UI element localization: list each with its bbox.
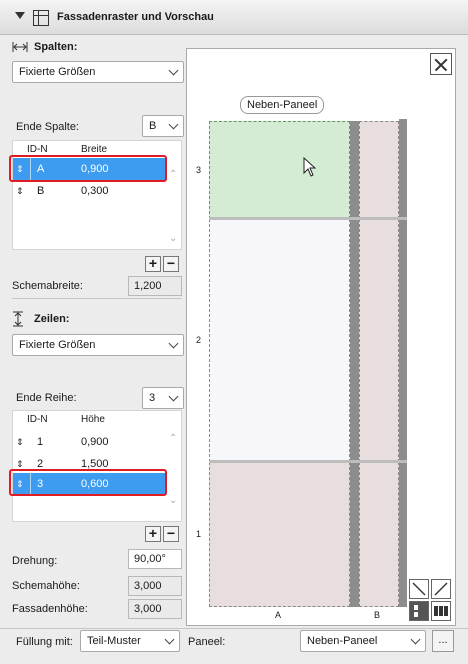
panel-a2[interactable] xyxy=(209,219,350,462)
rows-list[interactable]: ID-N Höhe ⇕ 1 0,900 ⇕ 2 1,500 ⇕ 3 0,600 … xyxy=(12,410,182,522)
add-column-button[interactable]: + xyxy=(145,256,161,272)
panel-a3[interactable] xyxy=(209,121,350,219)
grid-icon xyxy=(33,10,49,26)
chevron-down-icon xyxy=(164,634,175,645)
schema-height-label: Schemahöhe: xyxy=(12,580,80,592)
end-column-label: Ende Spalte: xyxy=(16,121,79,133)
collapse-triangle-icon[interactable] xyxy=(15,12,25,19)
column-label-a: A xyxy=(275,610,282,620)
facade-preview[interactable]: Neben-Paneel 3 2 1 A B xyxy=(186,48,456,626)
mullion[interactable] xyxy=(399,119,407,607)
columns-section-label: Spalten: xyxy=(34,41,78,53)
panel-header[interactable]: Fassadenraster und Vorschau xyxy=(0,0,468,35)
row-label-1: 1 xyxy=(196,529,202,539)
column-width-value[interactable]: 0,300 xyxy=(81,180,109,202)
column-label-b: B xyxy=(374,610,381,620)
end-column-value: B xyxy=(149,120,157,132)
end-row-dropdown[interactable]: 3 xyxy=(142,387,184,409)
facade-height-field: 3,000 xyxy=(128,599,182,619)
close-icon[interactable] xyxy=(430,53,452,75)
diagonal-tool-icon[interactable] xyxy=(409,579,429,599)
transom[interactable] xyxy=(209,460,407,463)
row-id: 1 xyxy=(37,436,44,448)
transom[interactable] xyxy=(209,217,407,220)
column-width-icon xyxy=(12,41,28,53)
column-id: B xyxy=(37,185,45,197)
chevron-down-icon xyxy=(410,634,421,645)
scroll-down-icon[interactable]: ⌄ xyxy=(169,495,177,506)
chevron-down-icon xyxy=(168,119,179,130)
panel-b2[interactable] xyxy=(359,219,399,462)
selection-highlight xyxy=(9,469,167,496)
end-row-value: 3 xyxy=(149,392,156,404)
columns-mode-dropdown[interactable]: Fixierte Größen xyxy=(12,61,184,83)
row-height-header: Höhe xyxy=(81,414,105,425)
panel-value: Neben-Paneel xyxy=(307,635,378,647)
remove-column-button[interactable]: − xyxy=(163,256,179,272)
panel-dropdown[interactable]: Neben-Paneel xyxy=(300,630,426,652)
mullion[interactable] xyxy=(350,121,359,607)
facade-height-label: Fassadenhöhe: xyxy=(12,603,88,615)
row-id-header: ID-N xyxy=(27,414,48,425)
chevron-down-icon xyxy=(168,391,179,402)
more-options-button[interactable]: ... xyxy=(432,630,454,652)
panel-b1[interactable] xyxy=(359,462,399,607)
rotation-label: Drehung: xyxy=(12,555,58,567)
drag-handle-icon[interactable]: ⇕ xyxy=(16,431,24,453)
column-id-header: ID-N xyxy=(27,144,48,155)
end-column-dropdown[interactable]: B xyxy=(142,115,184,137)
drag-handle-icon[interactable]: ⇕ xyxy=(16,180,24,202)
fill-label: Füllung mit: xyxy=(16,636,73,648)
diagonal-alt-tool-icon[interactable] xyxy=(431,579,451,599)
rows-mode-value: Fixierte Größen xyxy=(19,339,96,351)
row-row-1[interactable]: ⇕ 1 0,900 xyxy=(13,431,165,453)
row-label-2: 2 xyxy=(196,335,202,345)
row-grid-tool-icon[interactable] xyxy=(431,601,451,621)
rows-mode-dropdown[interactable]: Fixierte Größen xyxy=(12,334,184,356)
panel-a1[interactable] xyxy=(209,462,350,607)
fill-value: Teil-Muster xyxy=(87,635,141,647)
column-grid-tool-icon[interactable] xyxy=(409,601,429,621)
panel-tooltip: Neben-Paneel xyxy=(240,96,325,114)
selection-highlight xyxy=(9,155,167,182)
panel-title: Fassadenraster und Vorschau xyxy=(57,11,214,23)
rows-section-label: Zeilen: xyxy=(34,313,70,325)
row-height-value[interactable]: 0,900 xyxy=(81,431,109,453)
column-width-header: Breite xyxy=(81,144,108,155)
panel-b3[interactable] xyxy=(359,121,399,219)
column-row-b[interactable]: ⇕ B 0,300 xyxy=(13,180,165,202)
panel-label: Paneel: xyxy=(188,636,226,648)
rotation-input[interactable]: 90,00° xyxy=(128,549,182,569)
remove-row-button[interactable]: − xyxy=(163,526,179,542)
row-height-icon xyxy=(12,311,24,327)
mouse-cursor-icon xyxy=(303,156,317,180)
schema-width-field: 1,200 xyxy=(128,276,182,296)
schema-height-field: 3,000 xyxy=(128,576,182,596)
schema-width-label: Schemabreite: xyxy=(12,280,83,292)
chevron-down-icon xyxy=(168,65,179,76)
end-row-label: Ende Reihe: xyxy=(16,392,77,404)
fill-dropdown[interactable]: Teil-Muster xyxy=(80,630,180,652)
scroll-down-icon[interactable]: ⌄ xyxy=(169,233,177,244)
chevron-down-icon xyxy=(168,338,179,349)
scroll-up-icon[interactable]: ⌃ xyxy=(169,433,177,444)
add-row-button[interactable]: + xyxy=(145,526,161,542)
row-label-3: 3 xyxy=(196,165,202,175)
scroll-up-icon[interactable]: ⌃ xyxy=(169,169,177,180)
columns-mode-value: Fixierte Größen xyxy=(19,66,96,78)
